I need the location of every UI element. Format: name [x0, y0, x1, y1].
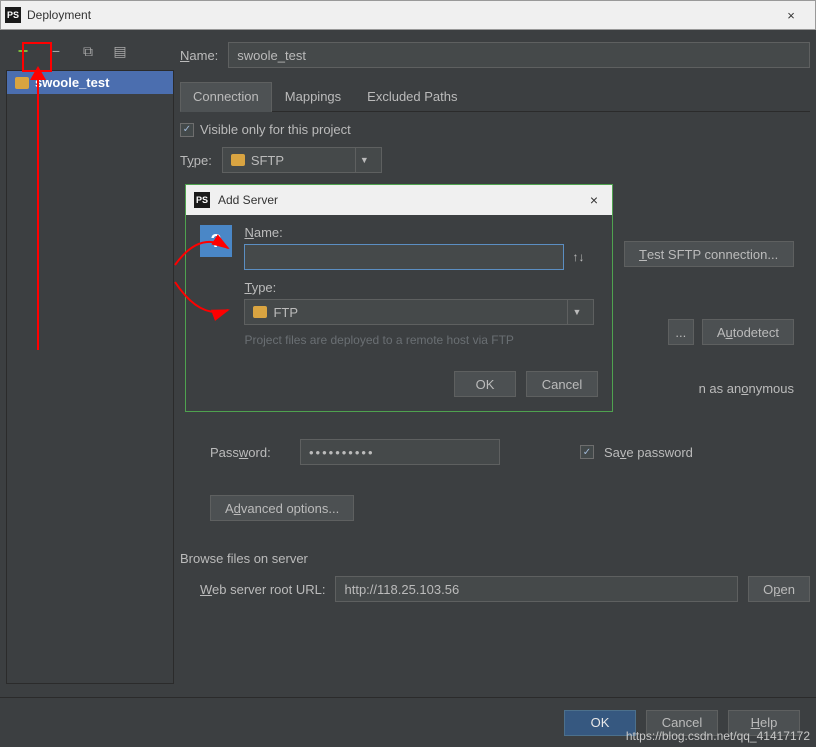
sort-icon[interactable]: ↑↓ — [572, 250, 584, 264]
name-input[interactable] — [228, 42, 810, 68]
tab-connection[interactable]: Connection — [180, 82, 272, 112]
tabs: Connection Mappings Excluded Paths — [180, 82, 810, 112]
visible-label: Visible only for this project — [200, 122, 351, 137]
weburl-row: Web server root URL: Open — [180, 576, 810, 602]
server-item-swoole[interactable]: swoole_test — [7, 71, 173, 94]
advanced-options-button[interactable]: Advanced options... — [210, 495, 354, 521]
modal-titlebar: PS Add Server × — [186, 185, 612, 215]
modal-ok-button[interactable]: OK — [454, 371, 516, 397]
modal-cancel-button[interactable]: Cancel — [526, 371, 598, 397]
visible-checkbox-row[interactable]: ✓ Visible only for this project — [180, 122, 810, 137]
browse-section-label: Browse files on server — [180, 551, 810, 566]
tab-mappings[interactable]: Mappings — [272, 82, 354, 111]
type-value: SFTP — [251, 153, 349, 168]
test-connection-button[interactable]: Test SFTP connection... — [624, 241, 794, 267]
window-close-button[interactable]: × — [771, 1, 811, 29]
server-toolbar: + − ⧉ ▤ — [6, 36, 174, 66]
tab-excluded[interactable]: Excluded Paths — [354, 82, 470, 111]
password-label: Password: — [210, 445, 290, 460]
name-label: Name: — [180, 48, 218, 63]
modal-title: Add Server — [218, 193, 584, 207]
modal-body: ? Name: ↑↓ Type: FTP ▼ Project files are… — [186, 215, 612, 411]
modal-name-input[interactable] — [244, 244, 564, 270]
window-titlebar: PS Deployment × — [0, 0, 816, 30]
remove-server-button[interactable]: − — [44, 39, 68, 63]
server-list: swoole_test — [6, 70, 174, 684]
folder-icon — [231, 154, 245, 166]
add-server-dialog: PS Add Server × ? Name: ↑↓ Type: FTP ▼ P… — [185, 184, 613, 412]
add-server-button[interactable]: + — [10, 38, 36, 64]
modal-footer: OK Cancel — [200, 371, 598, 397]
modal-app-icon: PS — [194, 192, 210, 208]
type-row: Type: SFTP ▼ — [180, 147, 810, 173]
password-input[interactable] — [300, 439, 500, 465]
modal-type-dropdown[interactable]: FTP ▼ — [244, 299, 594, 325]
chevron-down-icon: ▼ — [355, 148, 373, 172]
visible-checkbox[interactable]: ✓ — [180, 123, 194, 137]
chevron-down-icon: ▼ — [567, 300, 585, 324]
autodetect-button[interactable]: Autodetect — [702, 319, 794, 345]
sidebar: + − ⧉ ▤ swoole_test — [6, 36, 174, 684]
server-folder-icon — [15, 77, 29, 89]
weburl-label: Web server root URL: — [200, 582, 325, 597]
modal-hint: Project files are deployed to a remote h… — [244, 333, 594, 347]
name-row: Name: — [180, 42, 810, 68]
type-label: Type: — [180, 153, 212, 168]
copy-server-button[interactable]: ⧉ — [76, 39, 100, 63]
type-dropdown[interactable]: SFTP ▼ — [222, 147, 382, 173]
browse-button[interactable]: ... — [668, 319, 694, 345]
folder-icon — [253, 306, 267, 318]
server-item-label: swoole_test — [35, 75, 109, 90]
modal-close-button[interactable]: × — [584, 192, 604, 208]
open-url-button[interactable]: Open — [748, 576, 810, 602]
modal-name-label: Name: — [244, 225, 594, 240]
window-title: Deployment — [27, 8, 771, 22]
save-password-label: Save password — [604, 445, 693, 460]
info-icon: ? — [200, 225, 232, 257]
modal-form: Name: ↑↓ Type: FTP ▼ Project files are d… — [244, 225, 594, 347]
password-row: Password: ✓ Save password — [180, 439, 810, 465]
weburl-input[interactable] — [335, 576, 738, 602]
app-icon: PS — [5, 7, 21, 23]
watermark: https://blog.csdn.net/qq_41417172 — [626, 729, 810, 743]
modal-type-label: Type: — [244, 280, 594, 295]
modal-type-value: FTP — [273, 305, 561, 320]
default-server-button[interactable]: ▤ — [108, 39, 132, 63]
save-password-checkbox[interactable]: ✓ — [580, 445, 594, 459]
